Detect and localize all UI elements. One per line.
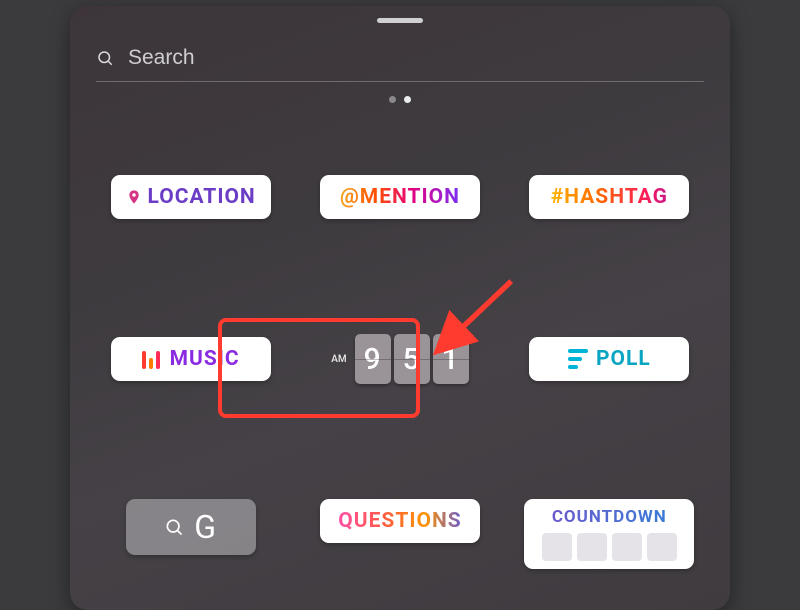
page-dot-1[interactable] — [404, 96, 411, 103]
sticker-gif[interactable]: G — [126, 499, 256, 555]
sticker-label: QUESTIONS — [338, 509, 461, 533]
time-digit-2: 5 — [394, 334, 430, 384]
countdown-slots — [542, 533, 677, 561]
screenshot-frame: LOCATION @MENTION #HASHTAG MUSIC AM 9 5 … — [0, 0, 800, 610]
sticker-label: MUSIC — [170, 347, 240, 371]
sticker-label: POLL — [596, 347, 651, 371]
page-dot-0[interactable] — [389, 96, 396, 103]
time-ampm: AM — [331, 354, 346, 365]
sticker-music[interactable]: MUSIC — [111, 337, 271, 381]
search-icon — [164, 517, 184, 537]
sticker-location[interactable]: LOCATION — [111, 175, 271, 219]
sticker-hashtag[interactable]: #HASHTAG — [529, 175, 689, 219]
sticker-panel: LOCATION @MENTION #HASHTAG MUSIC AM 9 5 … — [70, 6, 730, 610]
search-input[interactable] — [128, 46, 704, 70]
search-icon — [96, 49, 114, 67]
time-digit-1: 9 — [355, 334, 391, 384]
music-bars-icon — [142, 349, 160, 369]
sticker-label: G — [194, 508, 217, 546]
sticker-label: #HASHTAG — [551, 185, 668, 209]
sticker-label: LOCATION — [148, 185, 256, 209]
sticker-mention[interactable]: @MENTION — [320, 175, 480, 219]
sticker-label: @MENTION — [340, 185, 460, 209]
time-digit-3: 1 — [433, 334, 469, 384]
sticker-grid: LOCATION @MENTION #HASHTAG MUSIC AM 9 5 … — [96, 175, 704, 569]
sticker-poll[interactable]: POLL — [529, 337, 689, 381]
sticker-questions[interactable]: QUESTIONS — [320, 499, 480, 543]
sticker-time[interactable]: AM 9 5 1 — [331, 337, 468, 381]
sticker-countdown[interactable]: COUNTDOWN — [524, 499, 694, 569]
sticker-label: COUNTDOWN — [552, 507, 667, 527]
page-indicator — [70, 96, 730, 103]
search-row[interactable] — [96, 46, 704, 82]
poll-bars-icon — [568, 349, 588, 369]
location-pin-icon — [126, 189, 142, 205]
drag-handle[interactable] — [377, 18, 423, 23]
